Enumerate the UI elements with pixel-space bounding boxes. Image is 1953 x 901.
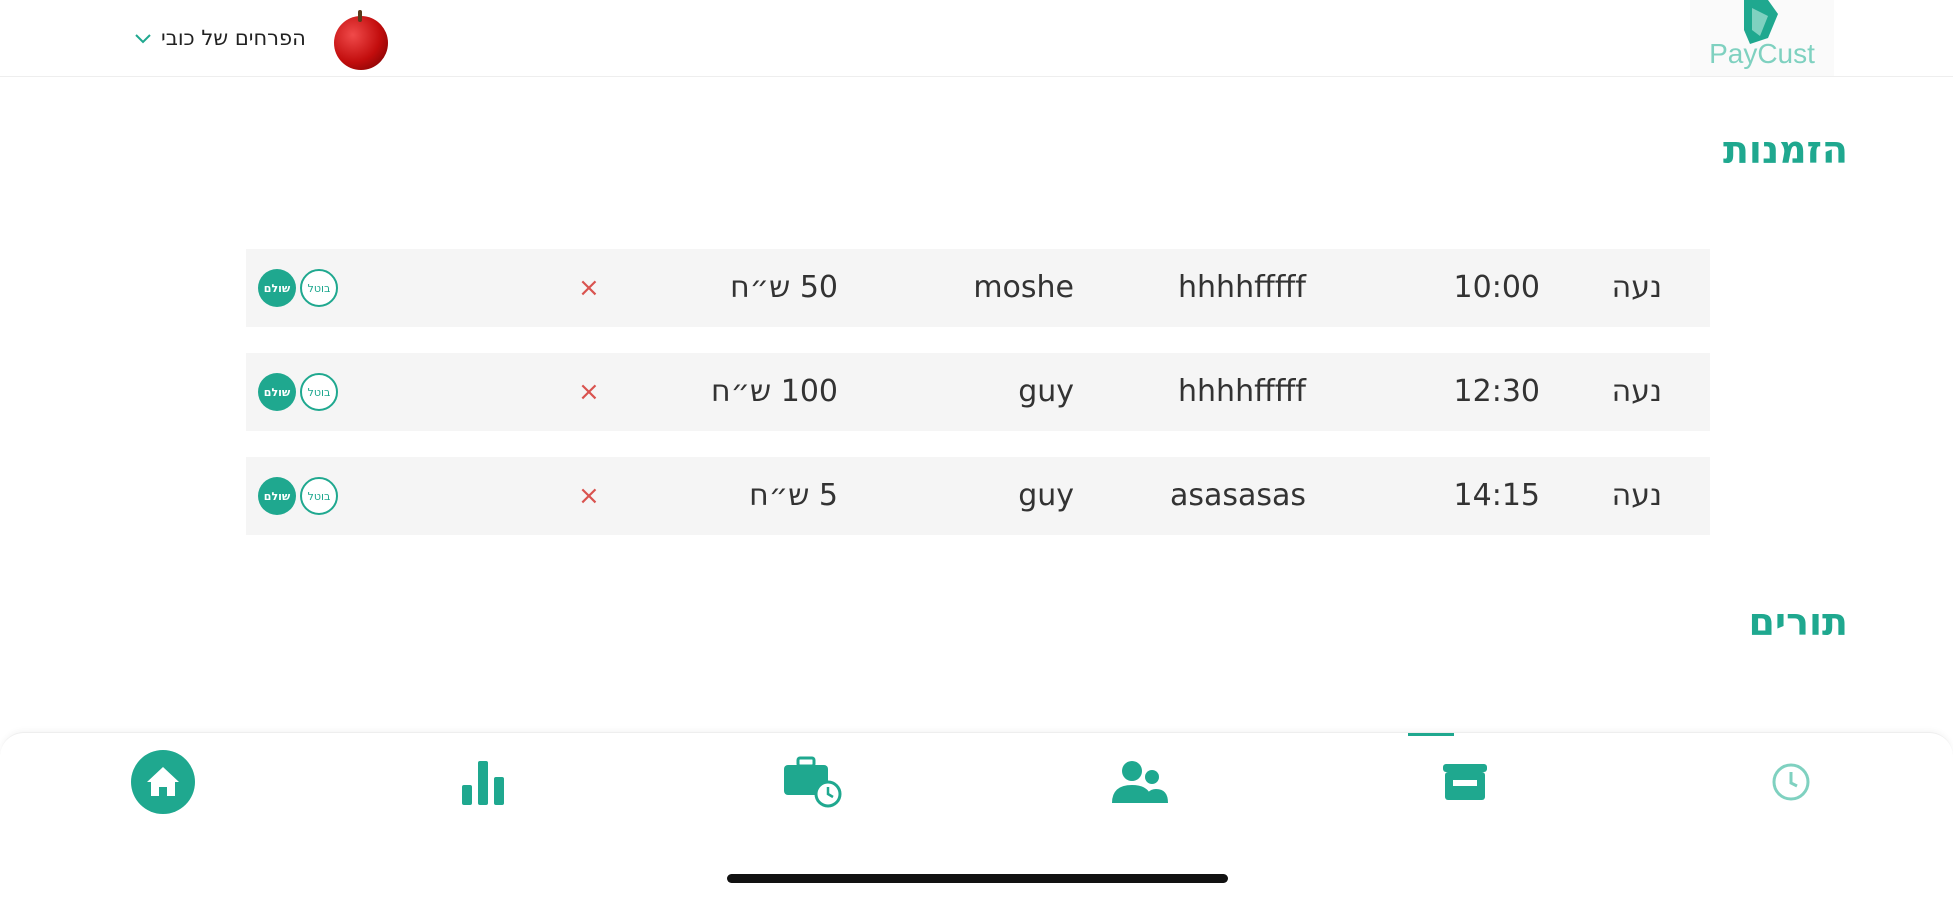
active-tab-indicator xyxy=(1408,733,1454,736)
order-description: hhhhfffff xyxy=(1178,374,1306,409)
paycust-logo: PayCust xyxy=(1690,0,1834,76)
bottom-navigation xyxy=(0,732,1953,901)
users-icon[interactable] xyxy=(1110,757,1170,807)
nav-store[interactable] xyxy=(1425,747,1505,817)
business-selector[interactable]: הפרחים של כובי xyxy=(135,10,388,70)
appointments-title: תורים xyxy=(1748,600,1848,644)
remove-icon[interactable]: × xyxy=(578,457,600,535)
order-name: נעה xyxy=(1611,270,1662,305)
order-row[interactable]: שולם בוטל × 100 ש״ח guy hhhhfffff 12:30 … xyxy=(246,353,1710,431)
business-name[interactable]: הפרחים של כובי xyxy=(161,26,306,50)
app-header: הפרחים של כובי PayCust xyxy=(0,0,1953,77)
nav-customers[interactable] xyxy=(1100,747,1180,817)
cancel-order-button[interactable]: בוטל xyxy=(300,477,338,515)
order-name: נעה xyxy=(1611,374,1662,409)
order-row[interactable]: שולם בוטל × 5 ש״ח guy asasasas 14:15 נעה xyxy=(246,457,1710,535)
order-price: 100 ש״ח xyxy=(711,374,838,409)
order-customer: moshe xyxy=(973,270,1074,305)
order-price: 50 ש״ח xyxy=(730,270,838,305)
nav-work-hours[interactable] xyxy=(773,747,853,817)
order-description: asasasas xyxy=(1169,478,1306,513)
store-icon[interactable] xyxy=(1441,760,1489,804)
home-icon[interactable] xyxy=(130,749,196,815)
cancel-order-button[interactable]: בוטל xyxy=(300,373,338,411)
mark-paid-button[interactable]: שולם xyxy=(258,373,296,411)
remove-icon[interactable]: × xyxy=(578,353,600,431)
order-customer: guy xyxy=(1018,374,1074,409)
order-price: 5 ש״ח xyxy=(749,478,838,513)
bar-chart-icon[interactable] xyxy=(460,757,514,807)
home-indicator-bar xyxy=(727,874,1228,883)
cancel-order-button[interactable]: בוטל xyxy=(300,269,338,307)
remove-icon[interactable]: × xyxy=(578,249,600,327)
orders-title: הזמנות xyxy=(1722,128,1848,172)
mark-paid-button[interactable]: שולם xyxy=(258,269,296,307)
logo-text: PayCust xyxy=(1709,38,1815,69)
chevron-down-icon[interactable] xyxy=(135,28,151,49)
order-time: 14:15 xyxy=(1453,478,1540,513)
order-name: נעה xyxy=(1611,478,1662,513)
mark-paid-button[interactable]: שולם xyxy=(258,477,296,515)
clock-icon[interactable] xyxy=(1771,762,1811,802)
order-customer: guy xyxy=(1018,478,1074,513)
order-description: hhhhfffff xyxy=(1178,270,1306,305)
business-avatar xyxy=(333,10,388,70)
nav-statistics[interactable] xyxy=(447,747,527,817)
nav-history[interactable] xyxy=(1751,747,1831,817)
nav-home[interactable] xyxy=(123,747,203,817)
briefcase-clock-icon[interactable] xyxy=(782,756,844,808)
order-row[interactable]: שולם בוטל × 50 ש״ח moshe hhhhfffff 10:00… xyxy=(246,249,1710,327)
order-time: 10:00 xyxy=(1453,270,1540,305)
order-time: 12:30 xyxy=(1453,374,1540,409)
